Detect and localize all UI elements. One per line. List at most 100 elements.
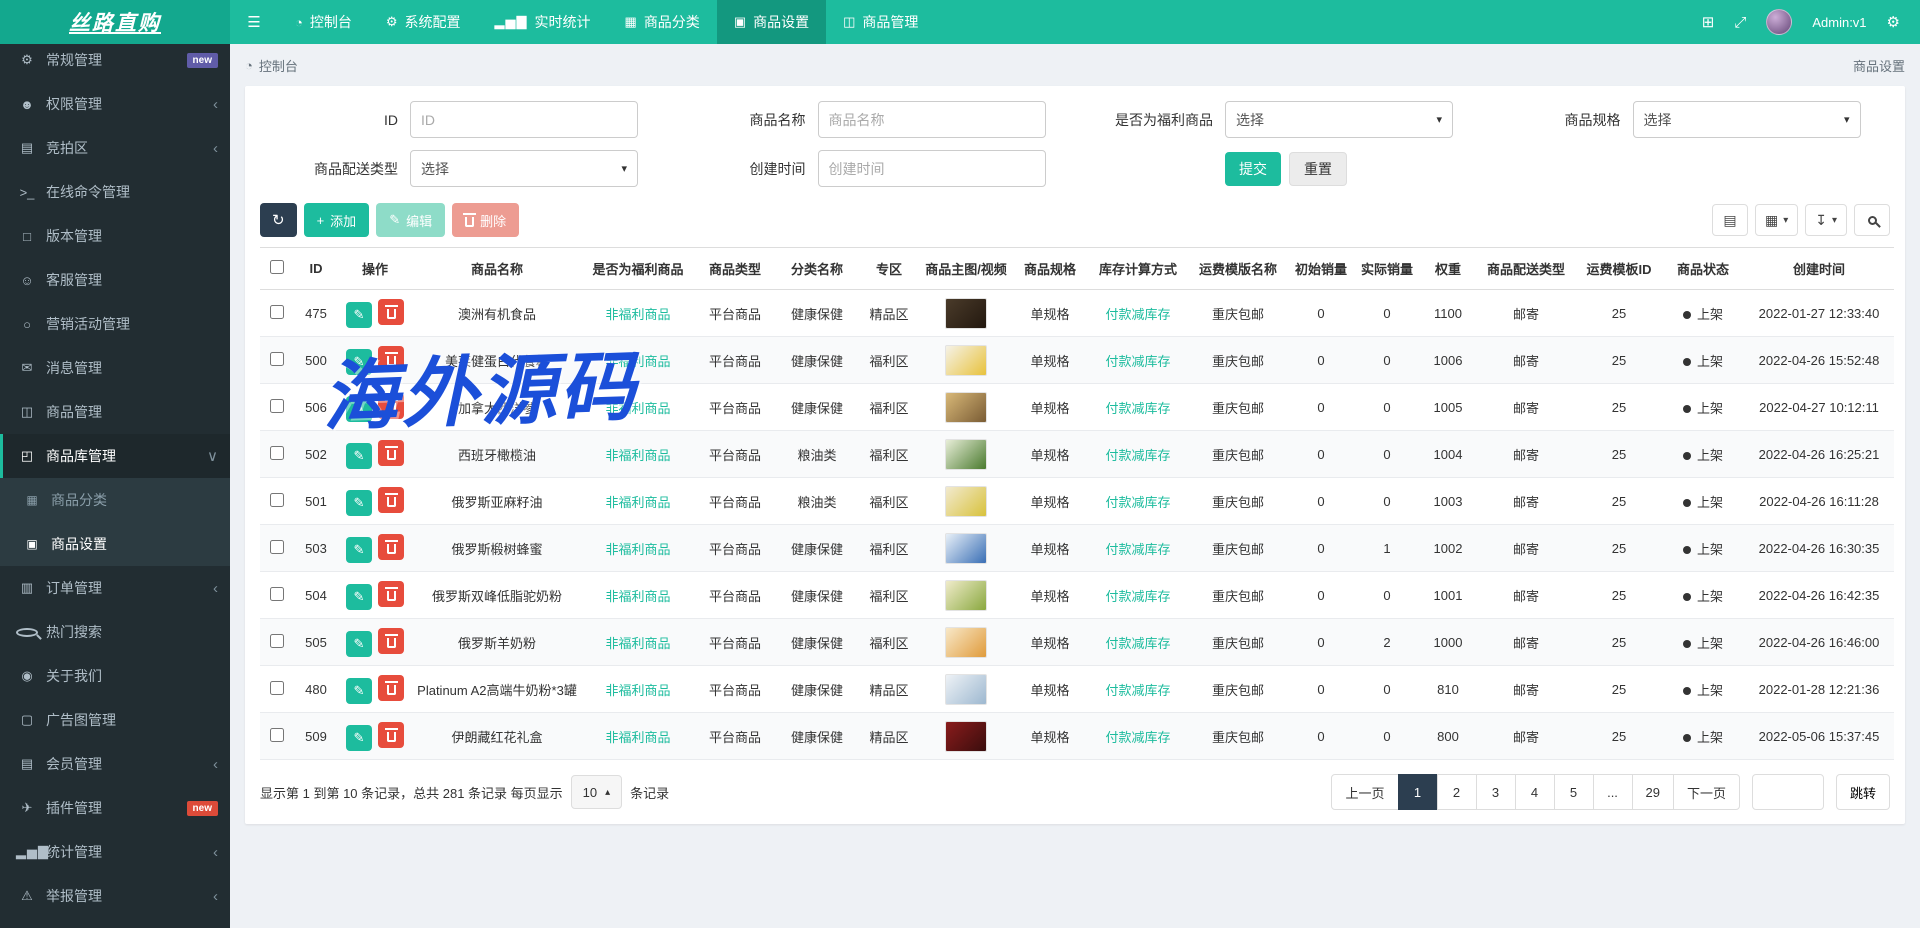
nav-item-system-config[interactable]: ⚙ 系统配置 — [369, 0, 478, 44]
cell-welfare[interactable]: 非福利商品 — [582, 571, 694, 619]
page-button-5[interactable]: 5 — [1553, 774, 1594, 810]
row-edit-button[interactable]: ✎ — [346, 395, 372, 422]
nav-item-realtime-stats[interactable]: ▂▅▇ 实时统计 — [478, 0, 608, 44]
sidebar-item-about-us[interactable]: ◉ 关于我们 — [0, 654, 230, 698]
sidebar-subitem-product-category[interactable]: ▦ 商品分类 — [0, 478, 230, 522]
breadcrumb-left[interactable]: 控制台 — [259, 56, 298, 75]
table-row[interactable]: 475 ✎ 澳洲有机食品 非福利商品 平台商品 健康保健 精品区 单规格 付款减库存 重庆包邮 0 0… — [260, 289, 1894, 337]
table-row[interactable]: 501 ✎ 俄罗斯亚麻籽油 非福利商品 平台商品 粮油类 福利区 单规格 付款减库存 重庆包邮 0 0… — [260, 477, 1894, 525]
prev-page-button[interactable]: 上一页 — [1331, 774, 1399, 810]
product-thumbnail[interactable] — [945, 626, 987, 658]
product-thumbnail[interactable] — [945, 579, 987, 611]
row-edit-button[interactable]: ✎ — [346, 489, 372, 516]
sidebar-item-orders[interactable]: ▥ 订单管理 ‹ — [0, 566, 230, 610]
sidebar-item-general[interactable]: ⚙ 常规管理 new — [0, 44, 230, 82]
reset-button[interactable]: 重置 — [1289, 151, 1347, 186]
columns-button[interactable]: ▦ ▾ — [1754, 204, 1799, 236]
cell-stock_calc[interactable]: 付款减库存 — [1088, 336, 1188, 384]
row-edit-button[interactable]: ✎ — [346, 630, 372, 657]
product-thumbnail[interactable] — [945, 720, 987, 752]
cell-stock_calc[interactable]: 付款减库存 — [1088, 383, 1188, 431]
table-row[interactable]: 503 ✎ 俄罗斯椴树蜂蜜 非福利商品 平台商品 健康保健 福利区 单规格 付款减库存 重庆包邮 0… — [260, 524, 1894, 572]
table-row[interactable]: 509 ✎ 伊朗藏红花礼盒 非福利商品 平台商品 健康保健 精品区 单规格 付款减库存 重庆包邮 0… — [260, 712, 1894, 760]
sidebar-item-auction-zone[interactable]: ▤ 竞拍区 ‹ — [0, 126, 230, 170]
fullscreen-icon[interactable]: ⤢ — [1734, 14, 1746, 31]
delivery-type-select[interactable]: 选择 ▾ — [410, 150, 638, 187]
page-button-2[interactable]: 2 — [1436, 774, 1477, 810]
refresh-button[interactable]: ↻ — [260, 203, 297, 237]
brand-logo[interactable]: 丝路直购 — [0, 0, 230, 44]
cell-welfare[interactable]: 非福利商品 — [582, 289, 694, 337]
row-edit-button[interactable]: ✎ — [346, 677, 372, 704]
sidebar-item-product-library[interactable]: ◰ 商品库管理 ∨ — [0, 434, 230, 478]
cell-welfare[interactable]: 非福利商品 — [582, 430, 694, 478]
table-row[interactable]: 504 ✎ 俄罗斯双峰低脂驼奶粉 非福利商品 平台商品 健康保健 福利区 单规格 付款减库存 重庆… — [260, 571, 1894, 619]
nav-item-dashboard[interactable]: ◔ 控制台 — [278, 0, 369, 44]
sidebar-item-statistics[interactable]: ▂▅▇ 统计管理 ‹ — [0, 830, 230, 874]
page-button-4[interactable]: 4 — [1514, 774, 1555, 810]
sidebar-item-comments[interactable]: ❞评论管理 — [0, 918, 230, 928]
username[interactable]: Admin:v1 — [1812, 15, 1866, 30]
cell-welfare[interactable]: 非福利商品 — [582, 524, 694, 572]
row-delete-button[interactable] — [378, 580, 404, 607]
created-time-input[interactable] — [817, 150, 1046, 187]
product-thumbnail[interactable] — [945, 344, 987, 376]
row-checkbox[interactable] — [270, 680, 284, 695]
cell-stock_calc[interactable]: 付款减库存 — [1088, 665, 1188, 713]
row-checkbox[interactable] — [270, 398, 284, 413]
cell-stock_calc[interactable]: 付款减库存 — [1088, 289, 1188, 337]
cell-stock_calc[interactable]: 付款减库存 — [1088, 571, 1188, 619]
spec-select[interactable]: 选择 ▾ — [1632, 101, 1861, 138]
cell-welfare[interactable]: 非福利商品 — [582, 665, 694, 713]
cell-stock_calc[interactable]: 付款减库存 — [1088, 524, 1188, 572]
nav-item-product-category[interactable]: ▦ 商品分类 — [608, 0, 717, 44]
row-delete-button[interactable] — [378, 533, 404, 560]
next-page-button[interactable]: 下一页 — [1672, 774, 1740, 810]
row-edit-button[interactable]: ✎ — [346, 442, 372, 469]
delete-button[interactable]: 删除 — [452, 203, 520, 237]
edit-button[interactable]: ✎ 编辑 — [376, 203, 446, 237]
nav-item-product-management[interactable]: ◫ 商品管理 — [826, 0, 935, 44]
sidebar-item-online-command[interactable]: >_ 在线命令管理 — [0, 170, 230, 214]
product-thumbnail[interactable] — [945, 485, 987, 517]
sidebar-item-reports[interactable]: ⚠ 举报管理 ‹ — [0, 874, 230, 918]
product-thumbnail[interactable] — [945, 438, 987, 470]
nav-item-product-settings[interactable]: ▣ 商品设置 — [716, 0, 827, 44]
settings-gears-icon[interactable]: ⚙ — [1887, 13, 1900, 31]
row-delete-button[interactable] — [378, 439, 404, 466]
sidebar-item-customer-service[interactable]: ☺ 客服管理 — [0, 258, 230, 302]
sidebar-item-marketing[interactable]: ○ 营销活动管理 — [0, 302, 230, 346]
page-button-29[interactable]: 29 — [1631, 774, 1674, 810]
table-view-button[interactable]: ▤ — [1711, 204, 1748, 236]
table-row[interactable]: 505 ✎ 俄罗斯羊奶粉 非福利商品 平台商品 健康保健 福利区 单规格 付款减库存 重庆包邮 0 2… — [260, 618, 1894, 666]
table-row[interactable]: 500 ✎ 美莱健蛋白代餐粉 非福利商品 平台商品 健康保健 福利区 单规格 付款减库存 重庆包邮… — [260, 336, 1894, 384]
sidebar-item-ad-images[interactable]: ▢ 广告图管理 — [0, 698, 230, 742]
table-row[interactable]: 506 ✎ 加拿大西洋参 非福利商品 平台商品 健康保健 福利区 单规格 付款减库存 重庆包邮 0 0… — [260, 383, 1894, 431]
cell-welfare[interactable]: 非福利商品 — [582, 618, 694, 666]
row-edit-button[interactable]: ✎ — [346, 301, 372, 328]
row-delete-button[interactable] — [378, 674, 404, 701]
sidebar-item-products[interactable]: ◫ 商品管理 — [0, 390, 230, 434]
page-size-select[interactable]: 10 ▴ — [570, 775, 623, 809]
row-checkbox[interactable] — [270, 492, 284, 507]
row-delete-button[interactable] — [378, 486, 404, 513]
row-delete-button[interactable] — [378, 721, 404, 748]
row-checkbox[interactable] — [270, 445, 284, 460]
sidebar-item-plugins[interactable]: ✈ 插件管理 new — [0, 786, 230, 830]
product-thumbnail[interactable] — [945, 297, 987, 329]
cell-welfare[interactable]: 非福利商品 — [582, 712, 694, 760]
row-checkbox[interactable] — [270, 633, 284, 648]
cell-stock_calc[interactable]: 付款减库存 — [1088, 712, 1188, 760]
row-edit-button[interactable]: ✎ — [346, 724, 372, 751]
sidebar-subitem-product-settings[interactable]: ▣ 商品设置 — [0, 522, 230, 566]
row-checkbox[interactable] — [270, 351, 284, 366]
sidebar-item-permissions[interactable]: ☻ 权限管理 ‹ — [0, 82, 230, 126]
row-checkbox[interactable] — [270, 539, 284, 554]
product-thumbnail[interactable] — [945, 673, 987, 705]
cell-stock_calc[interactable]: 付款减库存 — [1088, 430, 1188, 478]
cell-welfare[interactable]: 非福利商品 — [582, 383, 694, 431]
sidebar-item-messages[interactable]: ✉ 消息管理 — [0, 346, 230, 390]
sidebar-item-members[interactable]: ▤ 会员管理 ‹ — [0, 742, 230, 786]
row-delete-button[interactable] — [378, 298, 404, 325]
product-thumbnail[interactable] — [945, 391, 987, 423]
